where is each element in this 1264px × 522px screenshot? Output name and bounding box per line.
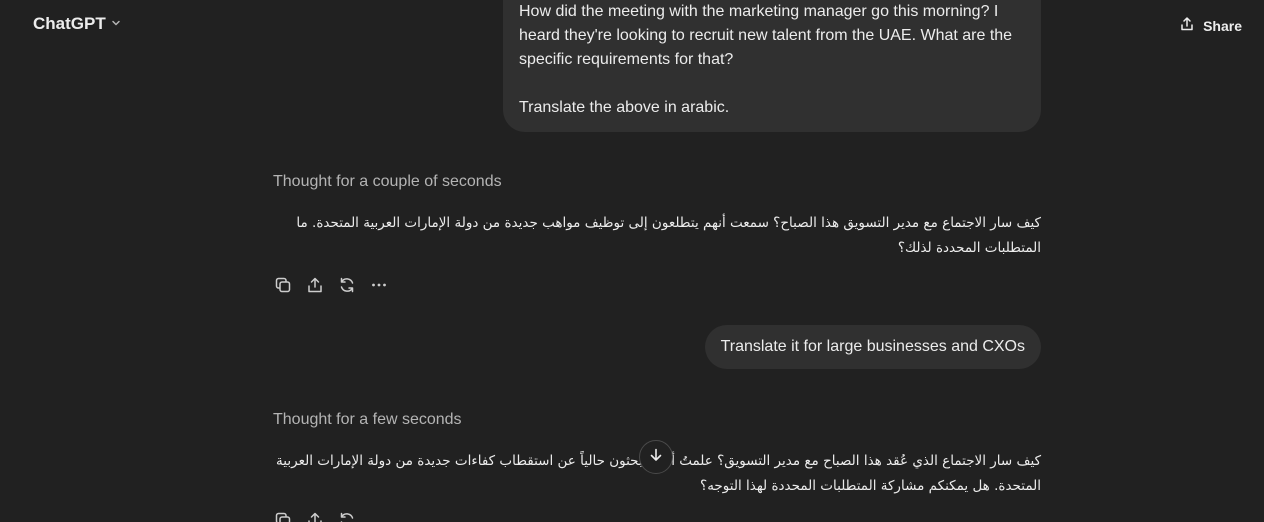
message-actions: [273, 512, 357, 522]
chat-page: ChatGPT Share How did the meeting with t…: [0, 0, 1264, 522]
share-icon: [306, 511, 324, 522]
regenerate-icon: [338, 276, 356, 299]
regenerate-button[interactable]: [337, 277, 357, 297]
thought-indicator[interactable]: Thought for a few seconds: [273, 411, 462, 429]
copy-button[interactable]: [273, 512, 293, 522]
model-label: ChatGPT: [33, 14, 106, 33]
user-message: Translate it for large businesses and CX…: [704, 325, 1041, 369]
scroll-to-bottom-button[interactable]: [639, 440, 673, 474]
regenerate-button[interactable]: [337, 512, 357, 522]
user-message: How did the meeting with the marketing m…: [503, 0, 1041, 132]
arrow-down-icon: [648, 447, 664, 468]
user-message-text: Translate the above in arabic.: [519, 99, 730, 116]
assistant-message: كيف سار الاجتماع مع مدير التسويق هذا الص…: [296, 215, 1041, 256]
copy-icon: [274, 276, 292, 299]
more-icon: [370, 276, 388, 299]
share-message-button[interactable]: [305, 512, 325, 522]
share-label: Share: [1203, 17, 1242, 34]
share-button[interactable]: Share: [1179, 16, 1242, 35]
message-actions: [273, 277, 389, 297]
share-icon: [1179, 16, 1195, 35]
more-button[interactable]: [369, 277, 389, 297]
copy-icon: [274, 511, 292, 522]
share-icon: [306, 276, 324, 299]
share-message-button[interactable]: [305, 277, 325, 297]
model-switcher-button[interactable]: ChatGPT: [33, 14, 122, 34]
user-message-text: Translate it for large businesses and CX…: [720, 338, 1025, 355]
user-message-text: How did the meeting with the marketing m…: [519, 3, 1013, 68]
chevron-down-icon: [110, 14, 122, 34]
copy-button[interactable]: [273, 277, 293, 297]
regenerate-icon: [338, 511, 356, 522]
thought-indicator[interactable]: Thought for a couple of seconds: [273, 173, 502, 191]
